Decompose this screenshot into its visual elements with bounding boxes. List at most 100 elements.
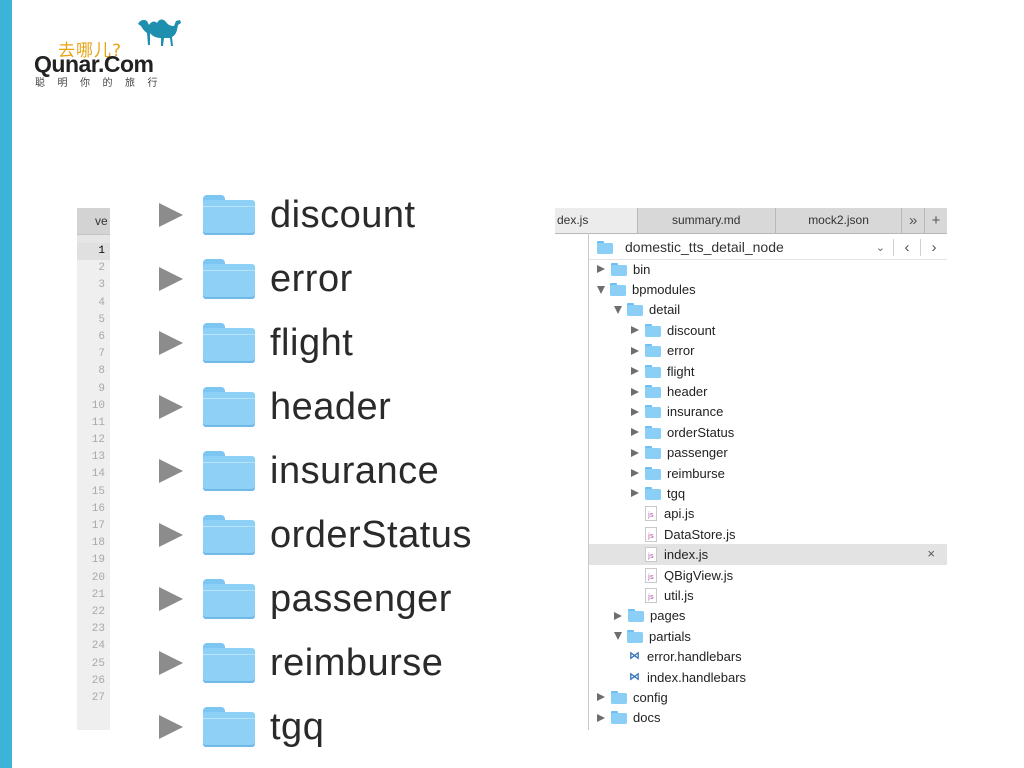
folder-icon: [611, 262, 627, 276]
zoom-folder-label: passenger: [270, 577, 452, 620]
tab-mock2-json[interactable]: mock2.json: [776, 208, 903, 233]
tree-item-flight[interactable]: flight: [589, 361, 947, 381]
tree-item-reimburse[interactable]: reimburse: [589, 463, 947, 483]
expand-arrow-icon[interactable]: [597, 285, 605, 294]
qunar-logo: 去哪儿? Qunar.Com 聪明你的旅行: [34, 16, 194, 91]
line-number: 14: [91, 468, 105, 481]
tree-item-util-js[interactable]: util.js: [589, 585, 947, 605]
line-number: 11: [91, 416, 105, 429]
tree-item-index-handlebars[interactable]: ⋈ index.handlebars: [589, 667, 947, 687]
collapse-arrow-icon[interactable]: [631, 428, 639, 437]
tree-item-label: detail: [649, 302, 681, 318]
tree-item-discount[interactable]: discount: [589, 320, 947, 340]
tree-item-bin[interactable]: bin: [589, 259, 947, 279]
tree-item-passenger[interactable]: passenger: [589, 443, 947, 463]
tab-bar: dex.js summary.md mock2.json » +: [555, 208, 947, 234]
line-number: 27: [91, 691, 105, 704]
line-number: 16: [91, 502, 105, 515]
handlebars-file-icon: ⋈: [629, 650, 640, 663]
disclosure-triangle-icon: [159, 715, 183, 739]
handlebars-file-icon: ⋈: [629, 670, 640, 683]
tree-item-docs[interactable]: docs: [589, 708, 947, 728]
folder-icon: [203, 643, 255, 683]
tree-item-label: index.handlebars: [647, 669, 747, 685]
line-number: 15: [91, 485, 105, 498]
collapse-arrow-icon[interactable]: [631, 448, 639, 457]
tree-item-error[interactable]: error: [589, 341, 947, 361]
collapse-arrow-icon[interactable]: [631, 489, 639, 498]
folder-icon: [645, 385, 661, 399]
tree-item-pages[interactable]: pages: [589, 606, 947, 626]
folder-icon: [645, 405, 661, 419]
collapse-arrow-icon[interactable]: [631, 367, 639, 376]
tree-item-label: index.js: [664, 547, 709, 563]
tree-item-insurance[interactable]: insurance: [589, 402, 947, 422]
tree-item-orderstatus[interactable]: orderStatus: [589, 422, 947, 442]
folder-icon: [645, 446, 661, 460]
line-number: 4: [98, 296, 105, 309]
expand-arrow-icon[interactable]: [614, 632, 622, 641]
logo-slogan: 聪明你的旅行: [35, 78, 170, 89]
tree-item-label: error.handlebars: [647, 649, 742, 665]
folder-icon: [645, 466, 661, 480]
tree-item-header[interactable]: header: [589, 381, 947, 401]
chevron-down-icon[interactable]: ⌄: [876, 241, 885, 254]
collapse-arrow-icon[interactable]: [614, 611, 622, 620]
editor-tab[interactable]: ve: [77, 208, 110, 235]
line-number: 23: [91, 623, 105, 636]
forward-button[interactable]: ›: [920, 238, 947, 256]
expand-arrow-icon[interactable]: [614, 305, 622, 314]
line-number: 26: [91, 674, 105, 687]
line-number: 22: [91, 605, 105, 618]
collapse-arrow-icon[interactable]: [597, 713, 605, 722]
back-button[interactable]: ‹: [893, 238, 920, 256]
close-icon[interactable]: ×: [927, 544, 935, 564]
zoom-folder-row: orderStatus: [155, 503, 505, 567]
disclosure-triangle-icon: [159, 459, 183, 483]
folder-icon: [645, 425, 661, 439]
line-number: 6: [98, 330, 105, 343]
line-number: 12: [91, 434, 105, 447]
zoom-folder-row: error: [155, 247, 505, 311]
tree-item-api-js[interactable]: api.js: [589, 504, 947, 524]
tab-index-js[interactable]: dex.js: [555, 208, 638, 233]
disclosure-triangle-icon: [159, 587, 183, 611]
tree-item-config[interactable]: config: [589, 687, 947, 707]
project-name[interactable]: domestic_tts_detail_node: [625, 239, 784, 255]
tree-item-index-js[interactable]: index.js ×: [589, 544, 947, 565]
tree-item-label: bin: [633, 261, 651, 277]
camel-logo-icon: [138, 19, 181, 46]
tree-item-label: api.js: [664, 506, 695, 522]
editor-gutter: ve 1 2 3 4 5 6 7 8 9 10 11 12 13 14 15 16 17 18 19 20 21 22 23…: [77, 208, 110, 730]
project-selector: domestic_tts_detail_node ⌄ ‹ ›: [589, 235, 947, 260]
folder-icon: [203, 323, 255, 363]
tree-item-partials[interactable]: partials: [589, 626, 947, 646]
tree-item-label: reimburse: [667, 465, 725, 481]
folder-icon: [203, 195, 255, 235]
collapse-arrow-icon[interactable]: [631, 387, 639, 396]
line-number: 13: [91, 451, 105, 464]
tree-item-qbigview-js[interactable]: QBigView.js: [589, 565, 947, 585]
tree-item-label: insurance: [667, 404, 724, 420]
tree-item-error-handlebars[interactable]: ⋈ error.handlebars: [589, 646, 947, 666]
accent-bar: [0, 0, 12, 768]
tree-item-label: docs: [633, 710, 661, 726]
tab-overflow-button[interactable]: »: [902, 208, 926, 233]
tree-item-datastore-js[interactable]: DataStore.js: [589, 524, 947, 544]
tree-item-label: bpmodules: [632, 282, 696, 298]
tab-summary-md[interactable]: summary.md: [638, 208, 776, 233]
tree-item-label: pages: [650, 608, 686, 624]
zoom-folder-label: discount: [270, 193, 416, 236]
tree-item-detail[interactable]: detail: [589, 300, 947, 320]
collapse-arrow-icon[interactable]: [597, 265, 605, 274]
collapse-arrow-icon[interactable]: [631, 326, 639, 335]
collapse-arrow-icon[interactable]: [631, 407, 639, 416]
folder-icon: [611, 690, 627, 704]
collapse-arrow-icon[interactable]: [597, 693, 605, 702]
new-tab-button[interactable]: +: [925, 208, 947, 233]
js-file-icon: [645, 567, 657, 583]
tree-item-bpmodules[interactable]: bpmodules: [589, 279, 947, 299]
tree-item-tgq[interactable]: tgq: [589, 483, 947, 503]
collapse-arrow-icon[interactable]: [631, 469, 639, 478]
collapse-arrow-icon[interactable]: [631, 346, 639, 355]
